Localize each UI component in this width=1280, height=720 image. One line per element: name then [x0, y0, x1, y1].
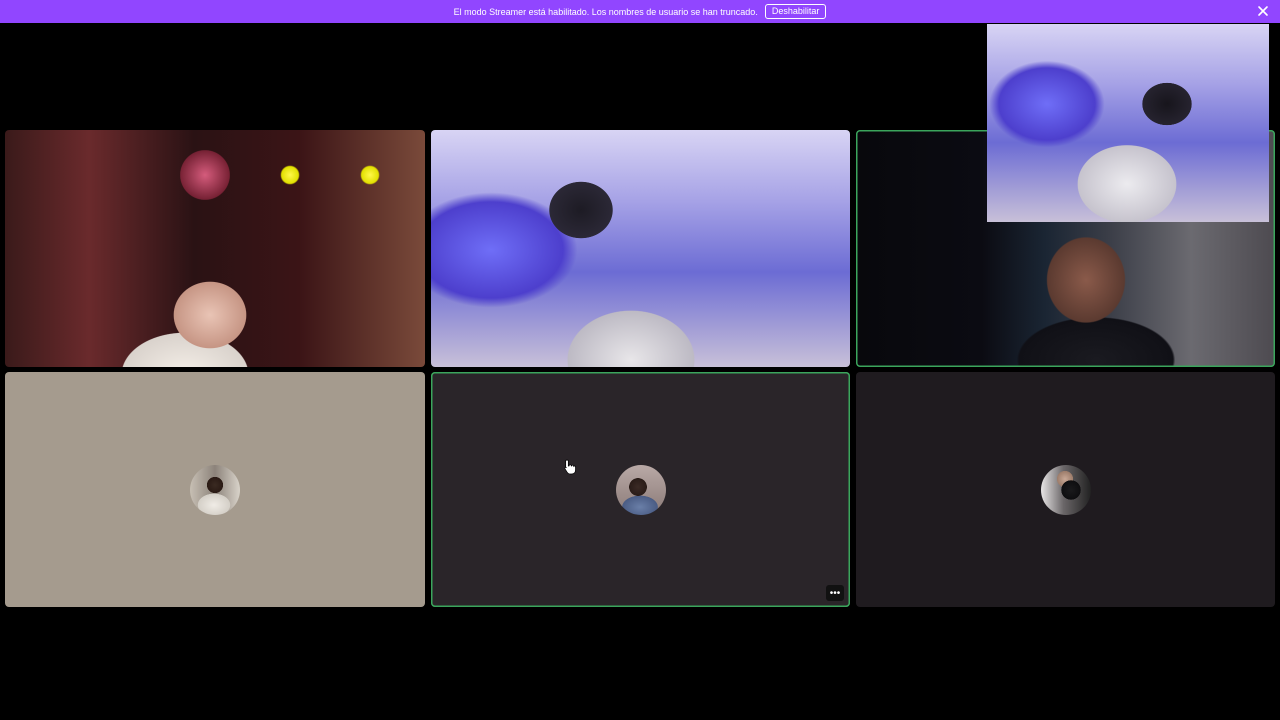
- hand-cursor-icon: [564, 459, 576, 475]
- close-icon[interactable]: [1256, 4, 1270, 18]
- streamer-mode-message: El modo Streamer está habilitado. Los no…: [453, 6, 758, 17]
- participant-video-tile[interactable]: [431, 130, 850, 367]
- more-options-icon: •••: [829, 587, 841, 599]
- participant-video-tile[interactable]: [5, 130, 425, 367]
- avatar: [190, 464, 240, 515]
- participant-avatar-tile[interactable]: [5, 372, 425, 607]
- participant-avatar-tile-speaking[interactable]: •••: [431, 372, 850, 607]
- more-options-button[interactable]: •••: [826, 585, 844, 601]
- avatar: [615, 464, 666, 515]
- disable-streamer-mode-button[interactable]: Deshabilitar: [764, 4, 827, 19]
- participant-avatar-tile[interactable]: [856, 372, 1275, 607]
- avatar: [1040, 464, 1091, 515]
- streamer-mode-banner: El modo Streamer está habilitado. Los no…: [0, 0, 1280, 23]
- picture-in-picture-video[interactable]: [987, 24, 1269, 222]
